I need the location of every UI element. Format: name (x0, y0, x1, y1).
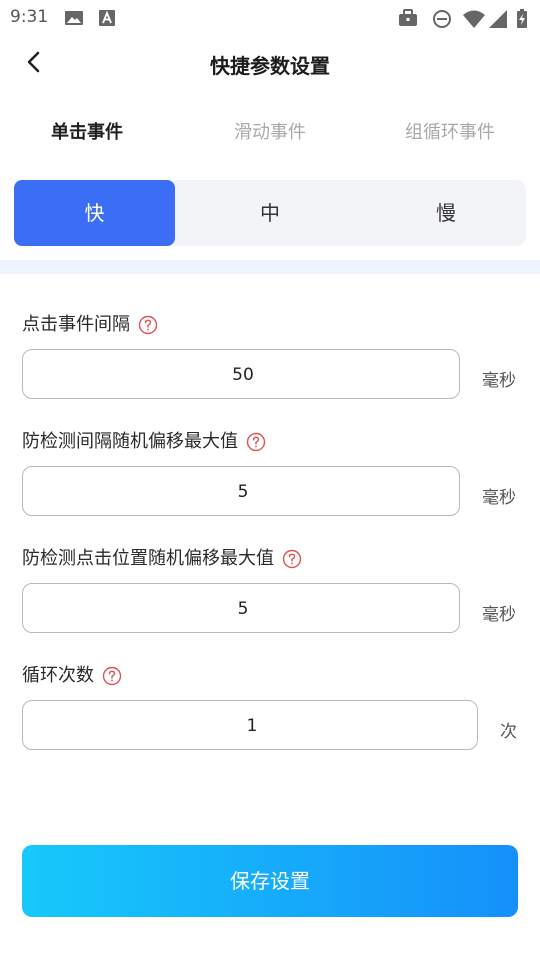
wifi-icon (463, 10, 485, 28)
click-interval-field[interactable] (22, 349, 463, 400)
position-offset-field[interactable] (22, 583, 463, 634)
position-offset-label: 防检测点击位置随机偏移最大值 (22, 548, 274, 569)
help-icon[interactable] (246, 432, 266, 452)
interval-offset-label: 防检测间隔随机偏移最大值 (22, 431, 238, 452)
interval-offset-unit: 毫秒 (482, 488, 516, 508)
loop-count-unit: 次 (500, 722, 517, 742)
header: 快捷参数设置 (0, 36, 540, 92)
tab-group-loop-event[interactable]: 组循环事件 (405, 118, 495, 144)
interval-offset-input[interactable] (23, 467, 463, 517)
page-title: 快捷参数设置 (210, 54, 330, 78)
save-settings-button[interactable]: 保存设置 (22, 845, 518, 917)
speed-segmented-control: 快 中 慢 (14, 180, 526, 246)
battery-charging-icon (517, 9, 527, 28)
event-tabs: 单击事件 滑动事件 组循环事件 (0, 112, 540, 152)
status-time: 9:31 (10, 7, 49, 27)
interval-offset-label-row: 防检测间隔随机偏移最大值 (22, 427, 266, 453)
help-icon[interactable] (102, 666, 122, 686)
speed-option-fast[interactable]: 快 (14, 180, 175, 246)
briefcase-icon (399, 9, 417, 26)
position-offset-label-row: 防检测点击位置随机偏移最大值 (22, 544, 302, 570)
click-interval-input[interactable] (23, 350, 463, 400)
position-offset-input[interactable] (23, 584, 463, 634)
loop-count-label-row: 循环次数 (22, 661, 122, 687)
tab-click-event[interactable]: 单击事件 (51, 118, 123, 144)
loop-count-label: 循环次数 (22, 665, 94, 686)
interval-offset-field[interactable] (22, 466, 463, 517)
speed-option-slow[interactable]: 慢 (366, 180, 526, 246)
do-not-disturb-icon (433, 10, 451, 28)
section-divider (0, 260, 540, 274)
signal-icon (489, 10, 507, 28)
click-interval-label-row: 点击事件间隔 (22, 310, 158, 336)
help-icon[interactable] (138, 315, 158, 335)
tab-swipe-event[interactable]: 滑动事件 (234, 118, 306, 144)
loop-count-input[interactable] (23, 701, 481, 751)
click-interval-unit: 毫秒 (482, 371, 516, 391)
image-notification-icon (65, 11, 83, 25)
status-bar: 9:31 (0, 0, 540, 36)
help-icon[interactable] (282, 549, 302, 569)
position-offset-unit: 毫秒 (482, 605, 516, 625)
click-interval-label: 点击事件间隔 (22, 314, 130, 335)
a-notification-icon (99, 10, 115, 26)
loop-count-field[interactable] (22, 700, 481, 751)
speed-option-medium[interactable]: 中 (190, 180, 350, 246)
